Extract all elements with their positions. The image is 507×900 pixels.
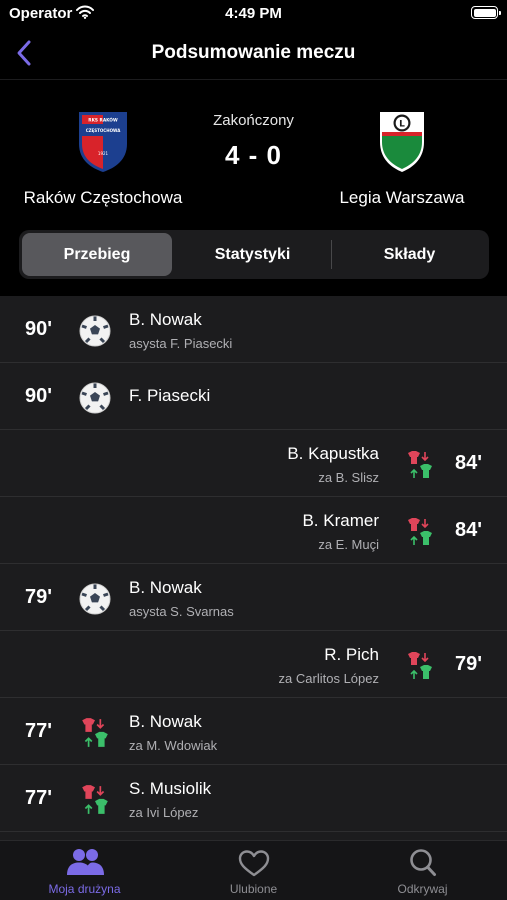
event-player: B. Nowak xyxy=(129,310,202,329)
soccer-ball-icon xyxy=(79,382,111,414)
event-text: R. Pich za Carlitos López xyxy=(279,645,379,686)
substitution-icon xyxy=(82,785,108,814)
event-minute: 77' xyxy=(25,720,53,742)
svg-text:L: L xyxy=(399,120,405,130)
soccer-ball-icon xyxy=(79,583,111,615)
event-player: B. Nowak xyxy=(129,578,202,597)
events-list: 90' B. Nowak asysta F. Piasecki 90' F. P… xyxy=(0,296,507,840)
event-row[interactable]: R. Pich za Carlitos López 79' xyxy=(0,631,507,698)
event-player: B. Nowak xyxy=(129,712,202,731)
substitution-icon xyxy=(408,652,432,679)
tab-label: Odkrywaj xyxy=(397,882,448,896)
event-detail: za M. Wdowiak xyxy=(129,738,218,753)
tab-bar: Moja drużyna Ulubione Odkrywaj xyxy=(0,840,507,900)
event-text: B. Kapustka za B. Slisz xyxy=(287,444,379,485)
event-text: B. Kramer za E. Muçi xyxy=(302,511,379,552)
event-detail: asysta S. Svarnas xyxy=(129,604,234,619)
event-row[interactable]: 77' B. Nowak za M. Wdowiak xyxy=(0,698,507,765)
tab-przebieg[interactable]: Przebieg xyxy=(22,233,172,276)
event-text: B. Nowak asysta S. Svarnas xyxy=(129,578,234,619)
event-player: S. Musiolik xyxy=(129,779,212,798)
clock-label: 4:49 PM xyxy=(225,5,282,22)
event-minute: 90' xyxy=(25,385,53,407)
event-row[interactable]: 90' F. Piasecki xyxy=(0,363,507,430)
event-row[interactable]: 77' S. Musiolik za Ivi López xyxy=(0,765,507,832)
event-row[interactable]: B. Kramer za E. Muçi 84' xyxy=(0,497,507,564)
tab-label: Moja drużyna xyxy=(48,882,121,896)
heart-icon xyxy=(238,850,269,877)
event-minute: 90' xyxy=(25,318,53,340)
soccer-ball-icon xyxy=(79,315,111,347)
navigation-bar: Podsumowanie meczu xyxy=(0,28,507,80)
tab-statystyki[interactable]: Statystyki xyxy=(175,233,330,276)
tab-sklady[interactable]: Składy xyxy=(332,233,487,276)
event-minute: 79' xyxy=(25,586,53,608)
event-detail: za E. Muçi xyxy=(318,537,379,552)
segmented-control: Przebieg Statystyki Składy xyxy=(19,230,489,279)
page-title: Podsumowanie meczu xyxy=(151,42,356,63)
away-team[interactable]: L Legia Warszawa xyxy=(302,108,502,208)
event-minute: 77' xyxy=(25,787,53,809)
event-minute: 84' xyxy=(454,452,482,474)
substitution-icon xyxy=(408,518,432,545)
event-minute: 84' xyxy=(454,519,482,541)
event-text: F. Piasecki xyxy=(129,386,210,406)
tab-ulubione[interactable]: Ulubione xyxy=(169,847,338,896)
tab-odkrywaj[interactable]: Odkrywaj xyxy=(338,847,507,896)
legia-crest-icon: L xyxy=(380,112,424,172)
search-icon xyxy=(409,849,436,876)
event-player: F. Piasecki xyxy=(129,386,211,405)
match-header: RKS RAKÓW CZĘSTOCHOWA 1921 Raków Częstoc… xyxy=(0,80,507,296)
event-row[interactable]: B. Kapustka za B. Slisz 84' xyxy=(0,430,507,497)
event-minute: 79' xyxy=(454,653,482,675)
event-detail: za B. Slisz xyxy=(318,470,379,485)
event-row[interactable]: 79' B. Nowak asysta S. Svarnas xyxy=(0,564,507,631)
event-player: R. Pich xyxy=(324,645,379,664)
event-detail: za Carlitos López xyxy=(278,671,379,686)
home-team-name: Raków Częstochowa xyxy=(23,188,183,207)
event-text: S. Musiolik za Ivi López xyxy=(129,779,211,820)
event-text: B. Nowak asysta F. Piasecki xyxy=(129,310,232,351)
tab-label: Ulubione xyxy=(229,882,278,896)
event-detail: asysta F. Piasecki xyxy=(129,336,233,351)
event-detail: za Ivi López xyxy=(129,805,199,820)
battery-icon xyxy=(471,6,501,19)
team-icon xyxy=(66,849,104,875)
event-player: B. Kramer xyxy=(302,511,379,530)
substitution-icon xyxy=(408,451,432,478)
event-text: B. Nowak za M. Wdowiak xyxy=(129,712,217,753)
tab-moja-druzyna[interactable]: Moja drużyna xyxy=(0,847,169,896)
event-player: B. Kapustka xyxy=(287,444,379,463)
status-bar: Operator 4:49 PM xyxy=(0,0,507,28)
away-team-name: Legia Warszawa xyxy=(339,188,465,207)
event-row[interactable]: 90' B. Nowak asysta F. Piasecki xyxy=(0,296,507,363)
substitution-icon xyxy=(82,718,108,747)
